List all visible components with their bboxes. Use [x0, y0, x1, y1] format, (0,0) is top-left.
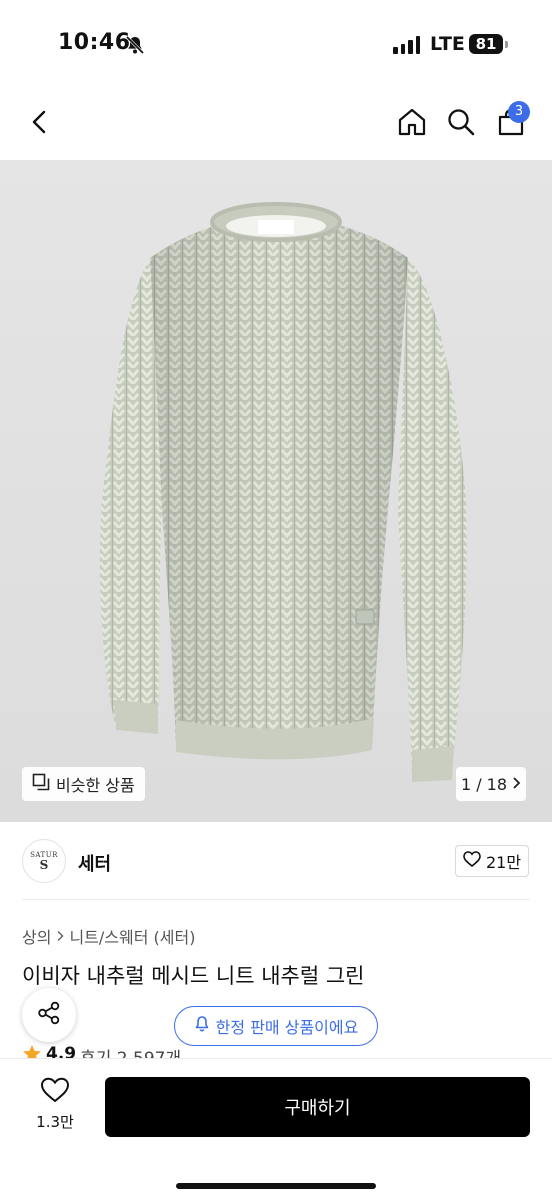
signal-icon [393, 36, 420, 54]
buy-button[interactable]: 구매하기 [105, 1077, 530, 1137]
product-image-carousel[interactable]: 비슷한 상품 1 / 18 [0, 160, 552, 822]
brand-logo[interactable]: SATUR S [22, 839, 66, 883]
back-icon[interactable] [18, 90, 62, 154]
home-icon[interactable] [390, 90, 434, 154]
limited-sale-notice: 한정 판매 상품이에요 [174, 1006, 378, 1046]
divider [22, 899, 530, 900]
share-button[interactable] [22, 988, 76, 1042]
brand-name[interactable]: 세터 [78, 850, 111, 876]
chevron-right-icon [511, 775, 521, 794]
similar-products-button[interactable]: 비슷한 상품 [22, 767, 145, 801]
status-time: 10:46 [58, 30, 131, 55]
network-type: LTE [430, 33, 465, 55]
bottom-action-bar: 1.3만 구매하기 [0, 1058, 552, 1200]
brand-row[interactable]: SATUR S 세터 21만 [0, 822, 552, 900]
sweater-image [99, 202, 467, 782]
brand-like-count: 21만 [485, 853, 522, 872]
breadcrumb-item[interactable]: 상의 [22, 924, 51, 948]
wishlist-count: 1.3만 [36, 1113, 74, 1131]
brand-like-button[interactable]: 21만 [455, 845, 529, 877]
top-navigation [0, 90, 552, 160]
heart-icon [40, 1077, 70, 1107]
wishlist-button[interactable]: 1.3만 [22, 1077, 88, 1137]
similar-products-label: 비슷한 상품 [56, 776, 135, 795]
breadcrumb-item[interactable]: 니트/스웨터 (세터) [69, 924, 195, 948]
cart-icon[interactable] [489, 90, 533, 154]
status-bar: 10:46 LTE 81 [0, 0, 552, 90]
image-page-counter[interactable]: 1 / 18 [456, 767, 526, 801]
battery-icon: 81 [469, 34, 503, 54]
search-icon[interactable] [439, 90, 483, 154]
limited-sale-text: 한정 판매 상품이에요 [215, 1018, 359, 1037]
heart-icon [463, 851, 481, 871]
breadcrumb: 상의 니트/스웨터 (세터) [22, 924, 195, 948]
bell-icon [194, 1015, 210, 1037]
page-counter-text: 1 / 18 [460, 774, 508, 794]
similar-icon [32, 773, 50, 795]
chevron-right-icon [55, 927, 65, 946]
brand-logo-mark: S [39, 858, 49, 872]
product-title: 이비자 내추럴 메시드 니트 내추럴 그린 [22, 964, 365, 988]
home-indicator [176, 1183, 376, 1189]
cart-count-badge: 3 [508, 101, 530, 123]
share-icon [36, 1000, 62, 1030]
bell-slash-icon [124, 34, 146, 56]
battery-nub [505, 41, 508, 48]
